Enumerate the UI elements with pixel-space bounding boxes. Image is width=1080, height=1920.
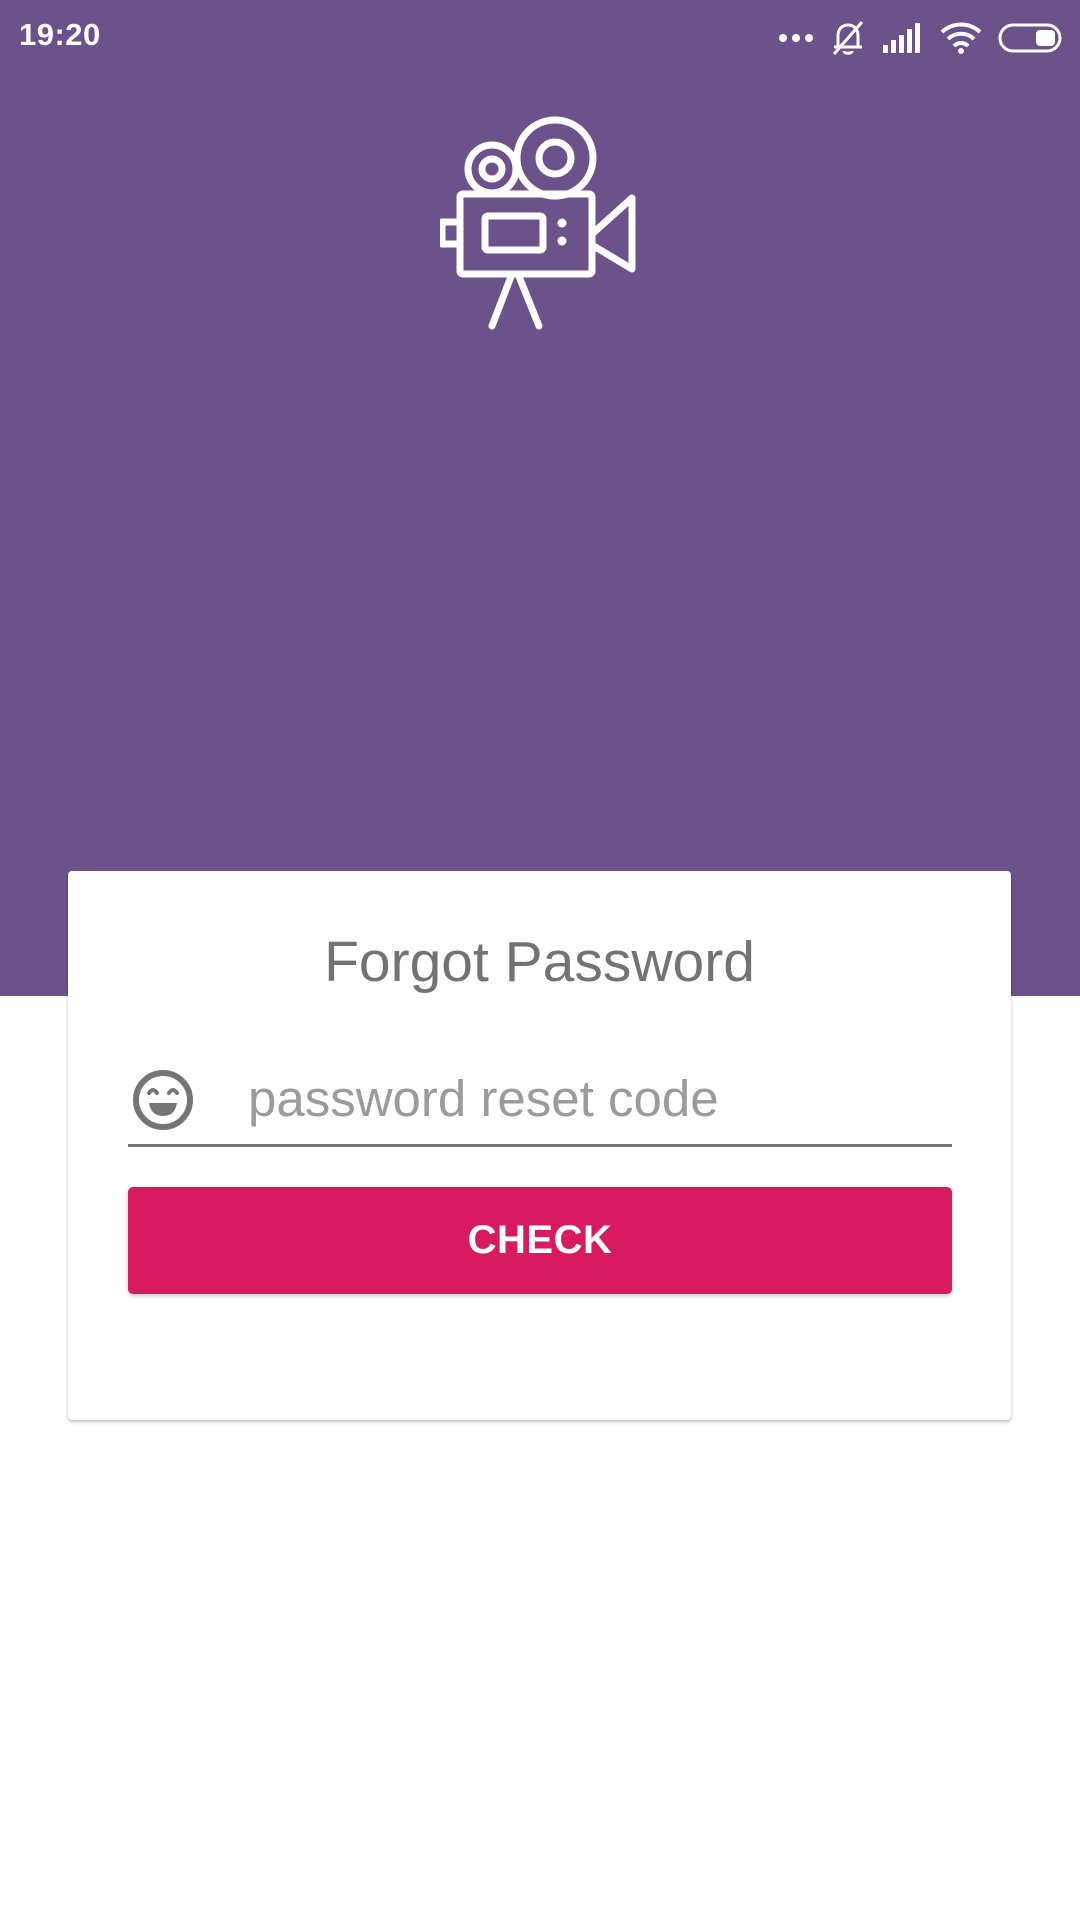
- reset-code-input[interactable]: [248, 1065, 938, 1131]
- status-time: 19:20: [19, 17, 101, 52]
- status-icons: [778, 18, 1062, 58]
- forgot-password-card: Forgot Password CHECK: [68, 871, 1011, 1420]
- page-title: Forgot Password: [324, 930, 755, 994]
- movie-camera-icon: [438, 116, 640, 332]
- bell-off-icon: [830, 19, 866, 57]
- cellular-signal-icon: [882, 23, 924, 53]
- check-button[interactable]: CHECK: [128, 1187, 952, 1294]
- status-bar: 19:20: [0, 0, 1080, 74]
- wifi-icon: [940, 22, 982, 54]
- battery-icon: [998, 23, 1062, 53]
- smiley-face-icon: [132, 1069, 194, 1131]
- more-dots-icon: [778, 32, 814, 44]
- reset-code-field: [128, 1051, 952, 1147]
